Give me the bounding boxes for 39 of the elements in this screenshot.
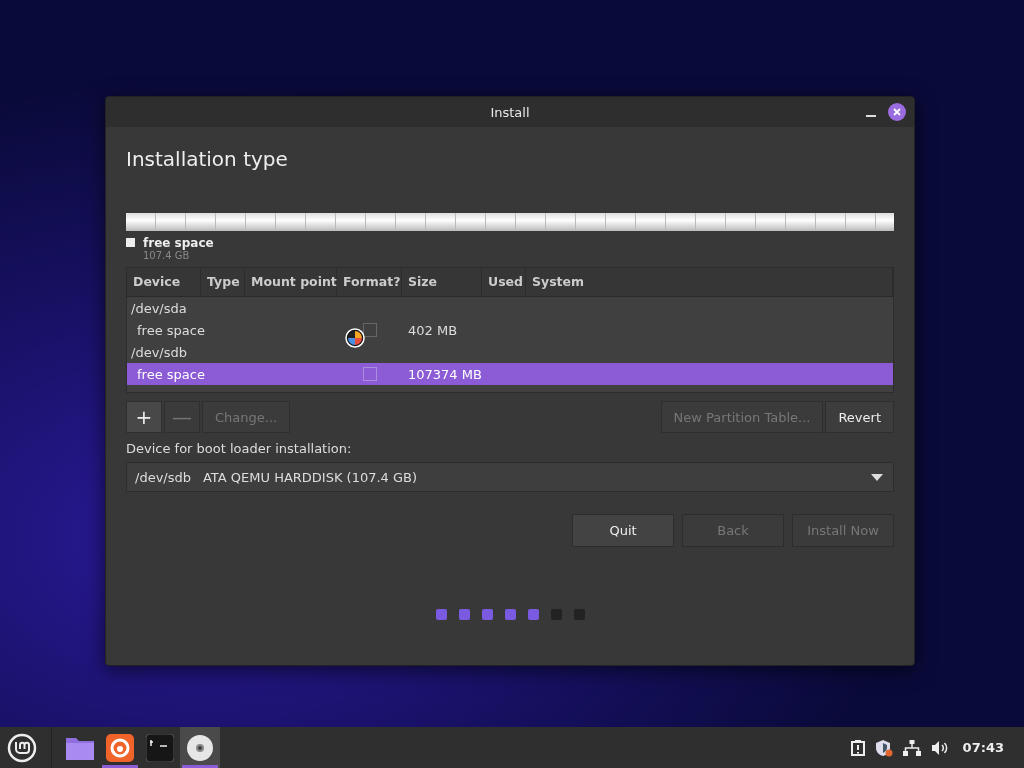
table-row[interactable]: free space 107374 MB (127, 363, 893, 385)
window-title: Install (490, 104, 530, 120)
clock[interactable]: 07:43 (962, 740, 1004, 755)
quit-button[interactable]: Quit (572, 514, 674, 547)
caret-icon (871, 473, 883, 481)
close-button[interactable] (888, 103, 906, 121)
network-icon[interactable] (902, 739, 921, 756)
busy-cursor-icon (345, 328, 365, 348)
add-button[interactable]: + (126, 401, 162, 433)
format-checkbox[interactable] (362, 367, 377, 381)
menu-logo-icon[interactable] (7, 732, 37, 763)
device-cell-text: /dev/sda (130, 300, 188, 316)
device-cell-text: /dev/sdb (130, 344, 188, 360)
size-cell-text: 107374 MB (407, 366, 482, 382)
terminal-icon (146, 733, 174, 762)
running-indicator (182, 765, 218, 768)
column-header[interactable]: Format? (337, 268, 402, 296)
table-row[interactable]: /dev/sdb (127, 341, 893, 363)
boot-loader-label: Device for boot loader installation: (126, 441, 353, 456)
column-header[interactable]: Used (482, 268, 526, 296)
running-indicator (102, 765, 138, 768)
table-row[interactable]: /dev/sda (127, 297, 893, 319)
legend-size: 107.4 GB (143, 250, 191, 261)
volume-icon[interactable] (930, 739, 949, 756)
revert-button[interactable]: Revert (825, 401, 894, 433)
boot-loader-dropdown[interactable]: /dev/sdb ATA QEMU HARDDISK (107.4 GB) (126, 462, 894, 492)
column-header[interactable]: Mount point (245, 268, 337, 296)
legend-label: free space (143, 236, 214, 250)
page-heading: Installation type (126, 147, 289, 171)
shield-icon[interactable] (874, 738, 893, 757)
clipboard-alert-icon[interactable] (850, 739, 865, 756)
column-header[interactable]: Type (201, 268, 245, 296)
column-header[interactable]: Device (127, 268, 201, 296)
column-header[interactable]: System (526, 268, 893, 296)
column-header[interactable]: Size (402, 268, 482, 296)
disc-icon (186, 733, 214, 762)
browser-icon (106, 733, 134, 762)
taskbar-launcher[interactable] (180, 727, 220, 768)
size-cell-text: 402 MB (407, 322, 459, 338)
